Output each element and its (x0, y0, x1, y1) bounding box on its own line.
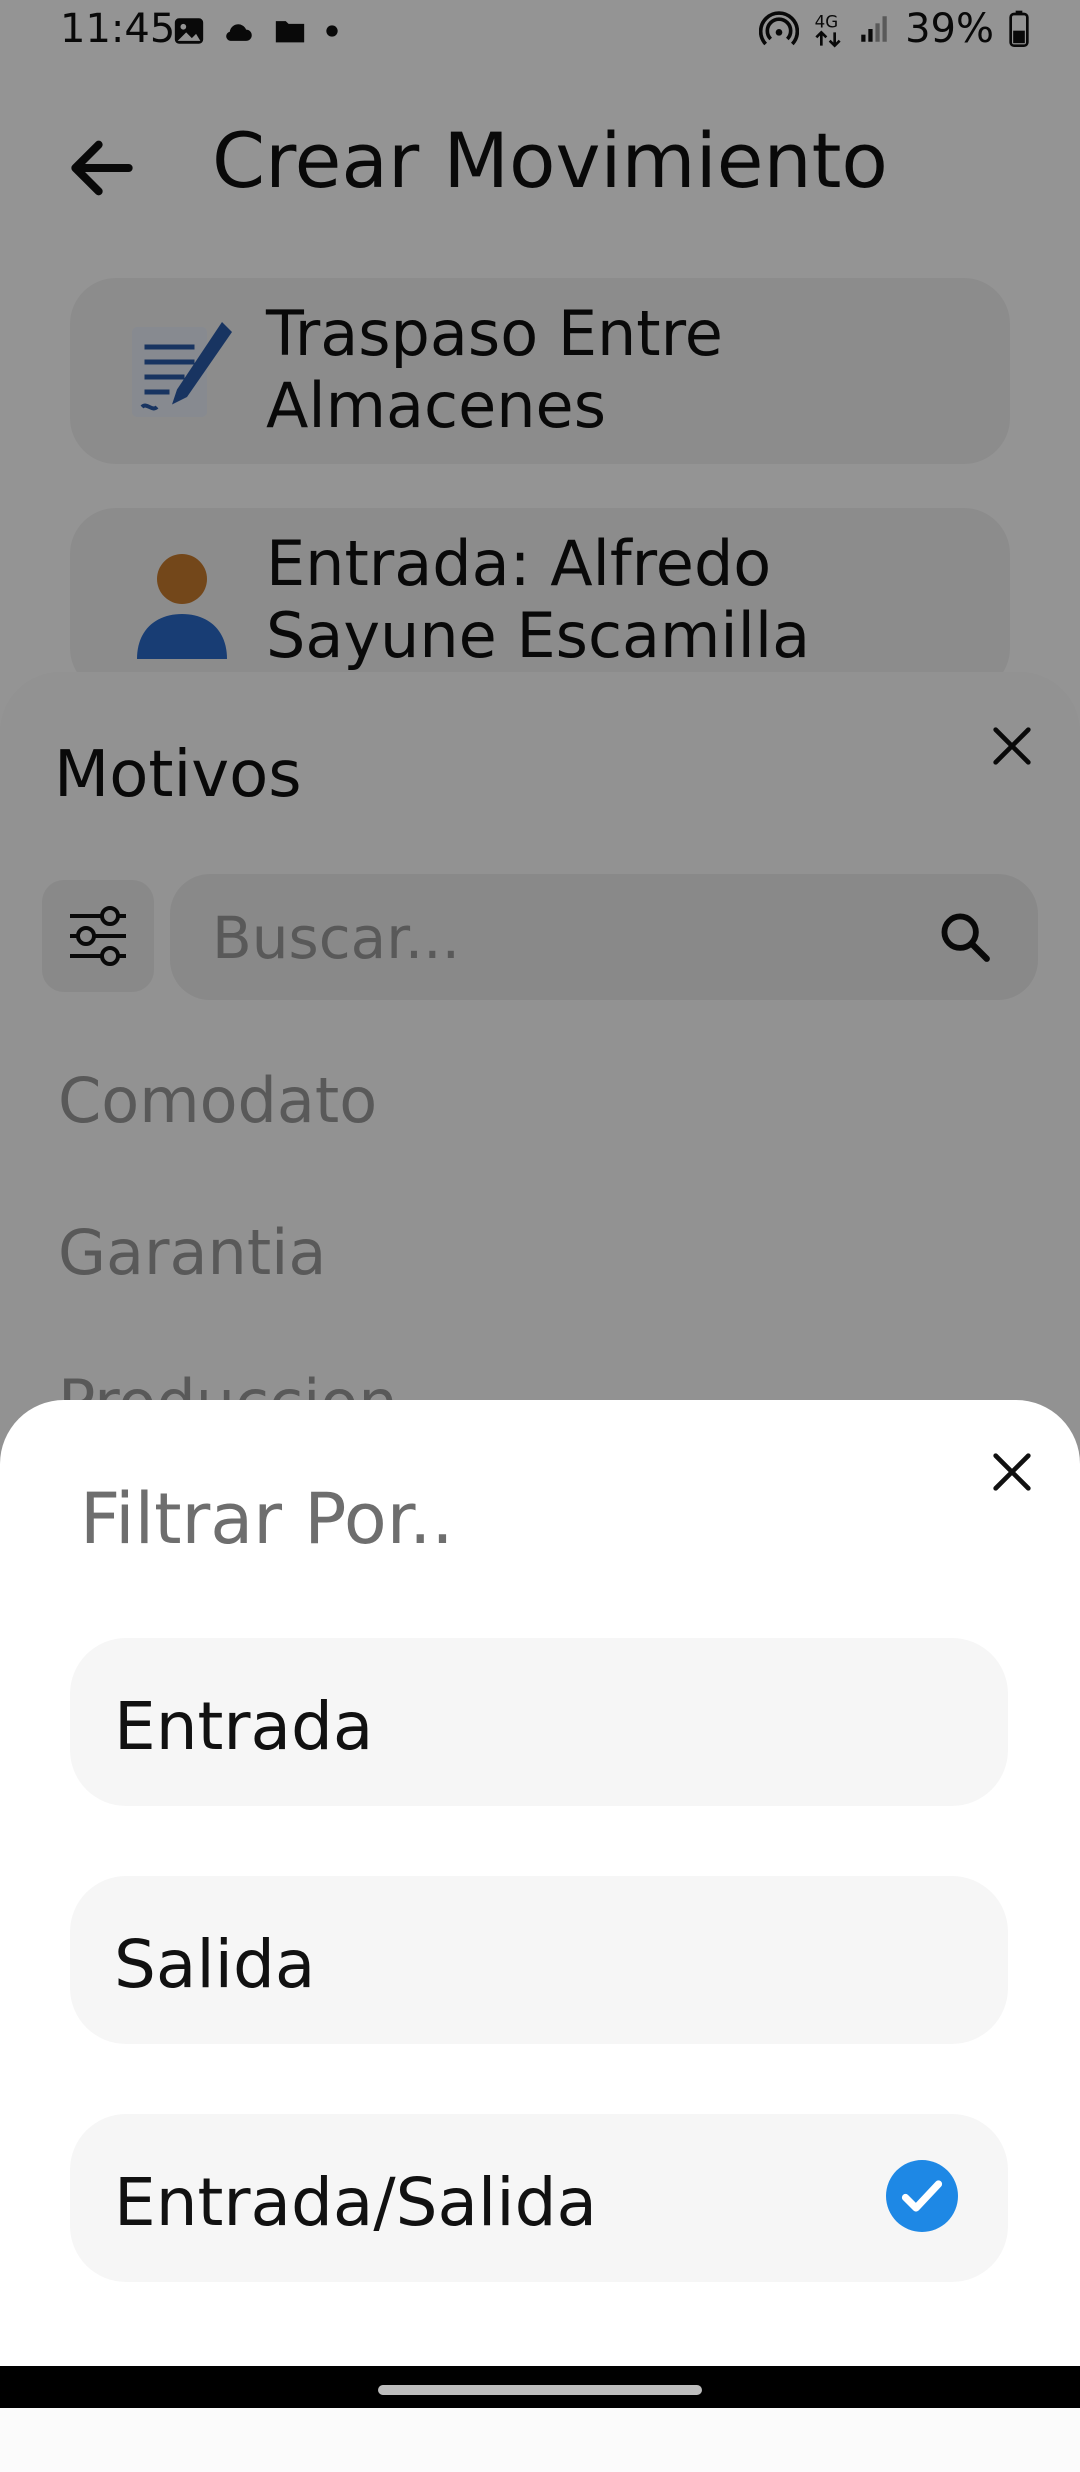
option-label: Salida (114, 1926, 316, 2003)
filter-title: Filtrar Por.. (80, 1478, 454, 1560)
filter-option-salida[interactable]: Salida (70, 1876, 1008, 2044)
filter-option-entrada-salida[interactable]: Entrada/Salida (70, 2114, 1008, 2282)
option-label: Entrada (114, 1688, 374, 1765)
home-gesture-handle[interactable] (378, 2385, 702, 2395)
filter-option-entrada[interactable]: Entrada (70, 1638, 1008, 1806)
filter-close-button[interactable] (984, 1444, 1040, 1500)
option-label: Entrada/Salida (114, 2164, 597, 2241)
close-icon (993, 1453, 1031, 1491)
checkmark-icon (886, 2160, 958, 2232)
